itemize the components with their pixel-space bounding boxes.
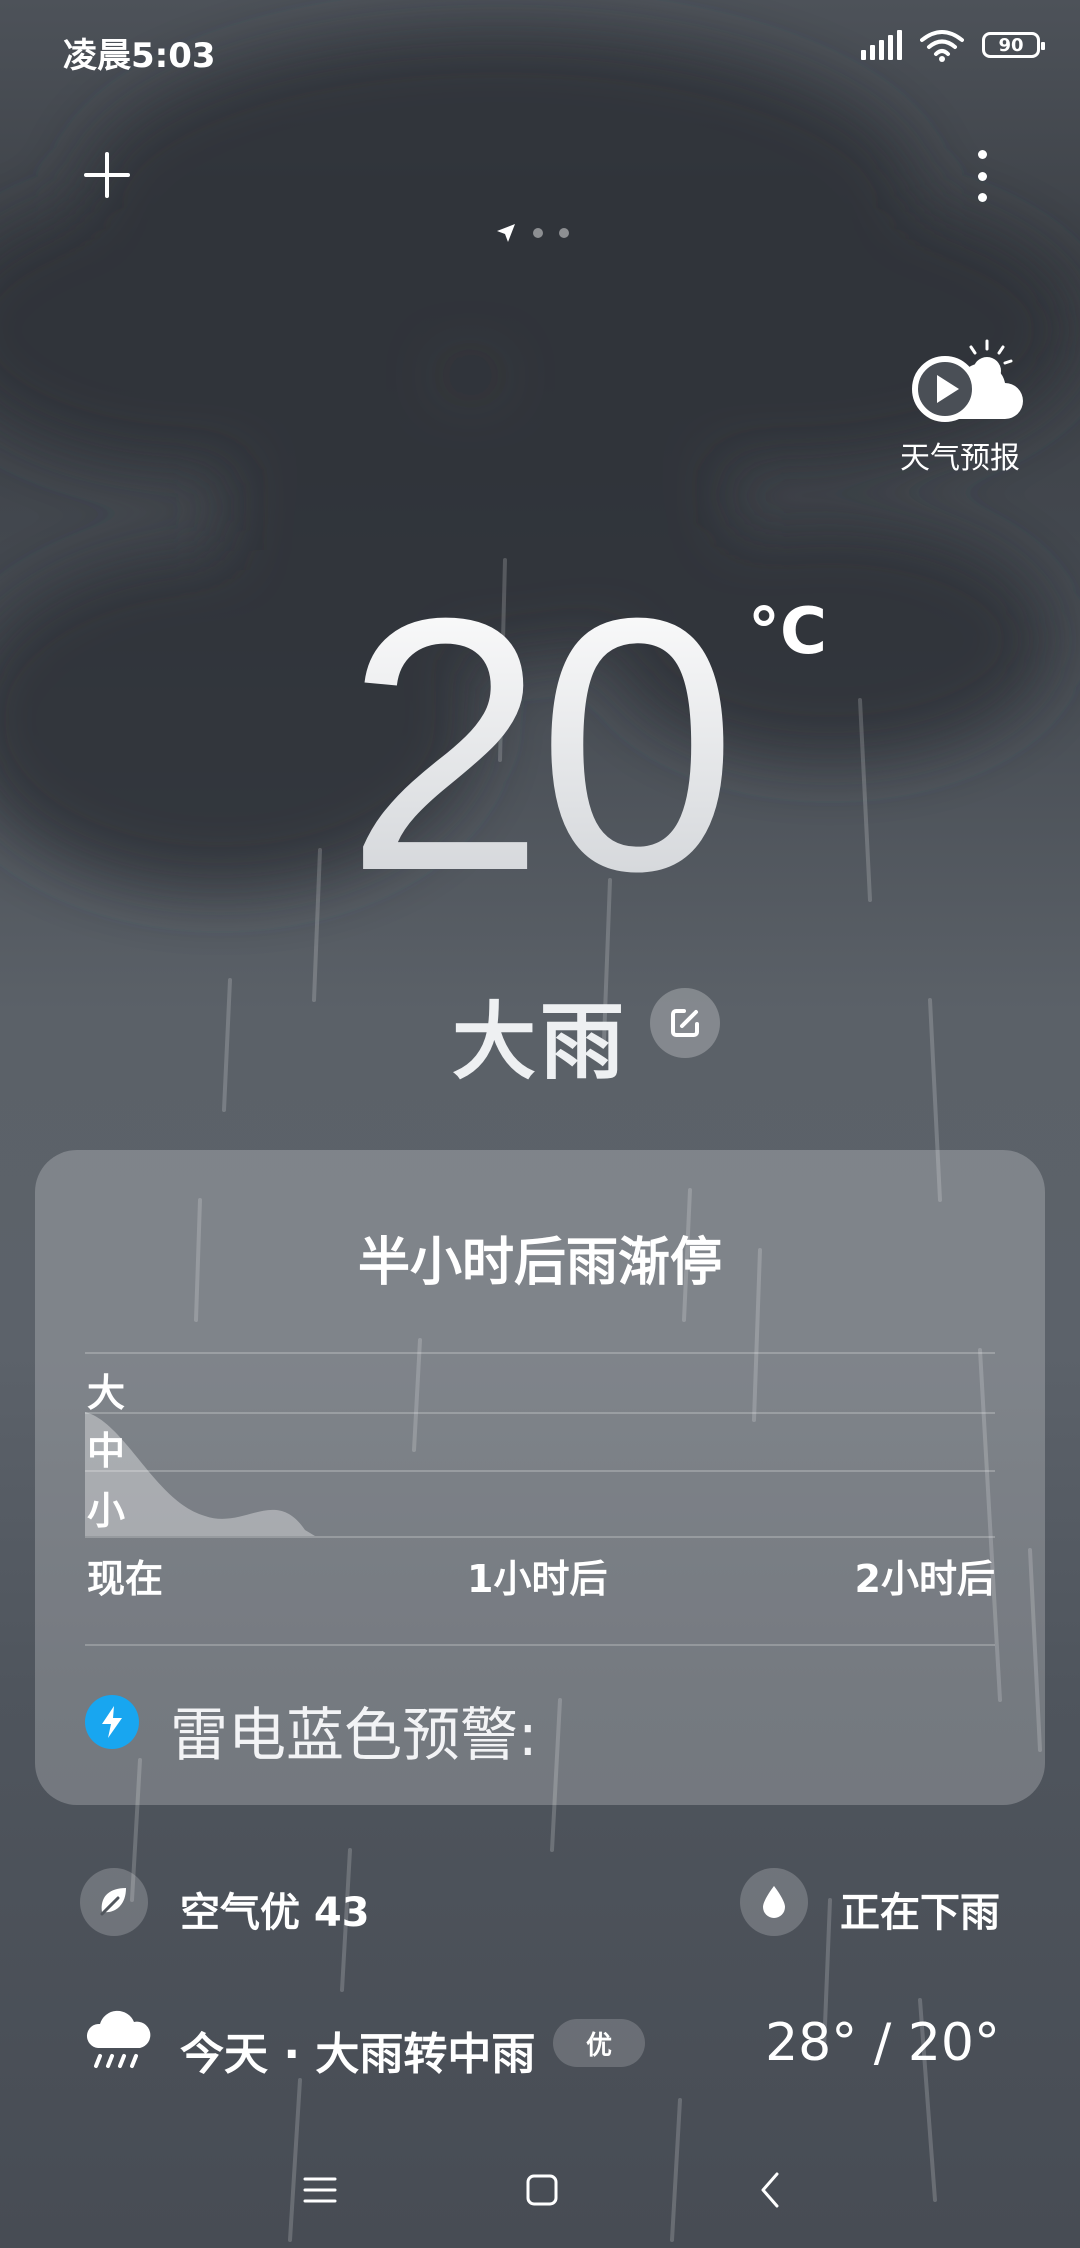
edit-feedback-button[interactable]: [650, 988, 720, 1058]
forecast-label: 天气预报: [900, 441, 1020, 476]
weather-alert[interactable]: 雷电蓝色预警:: [170, 1688, 538, 1772]
grid-line: [85, 1352, 995, 1354]
today-temperature-range: 28° / 20°: [765, 2013, 1000, 2073]
level-light: 小: [87, 1489, 126, 1533]
air-quality[interactable]: 空气优 43: [180, 1880, 370, 1938]
weather-forecast-button[interactable]: 天气预报: [890, 335, 1030, 477]
forecast-video-icon: [912, 339, 1023, 422]
back-chevron-icon: [761, 2172, 779, 2208]
precipitation-status[interactable]: 正在下雨: [840, 1880, 1000, 1938]
level-moderate: 中: [87, 1429, 126, 1473]
status-time: 凌晨5:03: [63, 36, 216, 76]
page-indicator[interactable]: [495, 222, 569, 244]
wifi-icon: [920, 30, 964, 62]
time-label-1h: 1小时后: [467, 1557, 608, 1601]
today-forecast[interactable]: 今天 · 大雨转中雨: [180, 2018, 535, 2082]
status-icons: 90: [861, 28, 1045, 62]
divider: [85, 1644, 995, 1646]
nav-back-button[interactable]: [740, 2160, 800, 2220]
current-temperature: 20: [345, 544, 737, 946]
temperature-unit: °C: [748, 595, 827, 669]
level-heavy: 大: [87, 1371, 126, 1415]
nowcast-title: 半小时后雨渐停: [357, 1233, 722, 1293]
signal-icon: [861, 30, 902, 60]
nav-menu-button[interactable]: [290, 2160, 350, 2220]
page-dot: [559, 228, 569, 238]
page-dot: [533, 228, 543, 238]
battery-level: 90: [998, 34, 1024, 56]
raindrop-icon: [740, 1868, 808, 1936]
time-label-now: 现在: [87, 1557, 164, 1601]
weather-condition: 大雨: [452, 993, 629, 1091]
more-options-icon[interactable]: [970, 150, 994, 202]
rain-cloud-icon: [86, 2010, 151, 2068]
location-arrow-icon: [497, 224, 515, 242]
home-square-icon: [526, 2174, 558, 2206]
leaf-icon: [80, 1868, 148, 1936]
nav-home-button[interactable]: [512, 2160, 572, 2220]
aqi-badge: 优: [553, 2019, 645, 2067]
lightning-alert-icon: [85, 1695, 139, 1749]
rain-nowcast-card[interactable]: 半小时后雨渐停 大 中 小 现在 1小时后 2小时后 雷电蓝色预警:: [35, 1150, 1045, 1805]
precipitation-curve: [85, 1412, 315, 1536]
battery-icon: 90: [982, 32, 1045, 58]
time-label-2h: 2小时后: [854, 1557, 995, 1601]
menu-icon: [303, 2177, 337, 2203]
edit-icon: [671, 1009, 699, 1037]
add-city-icon[interactable]: [82, 150, 132, 200]
